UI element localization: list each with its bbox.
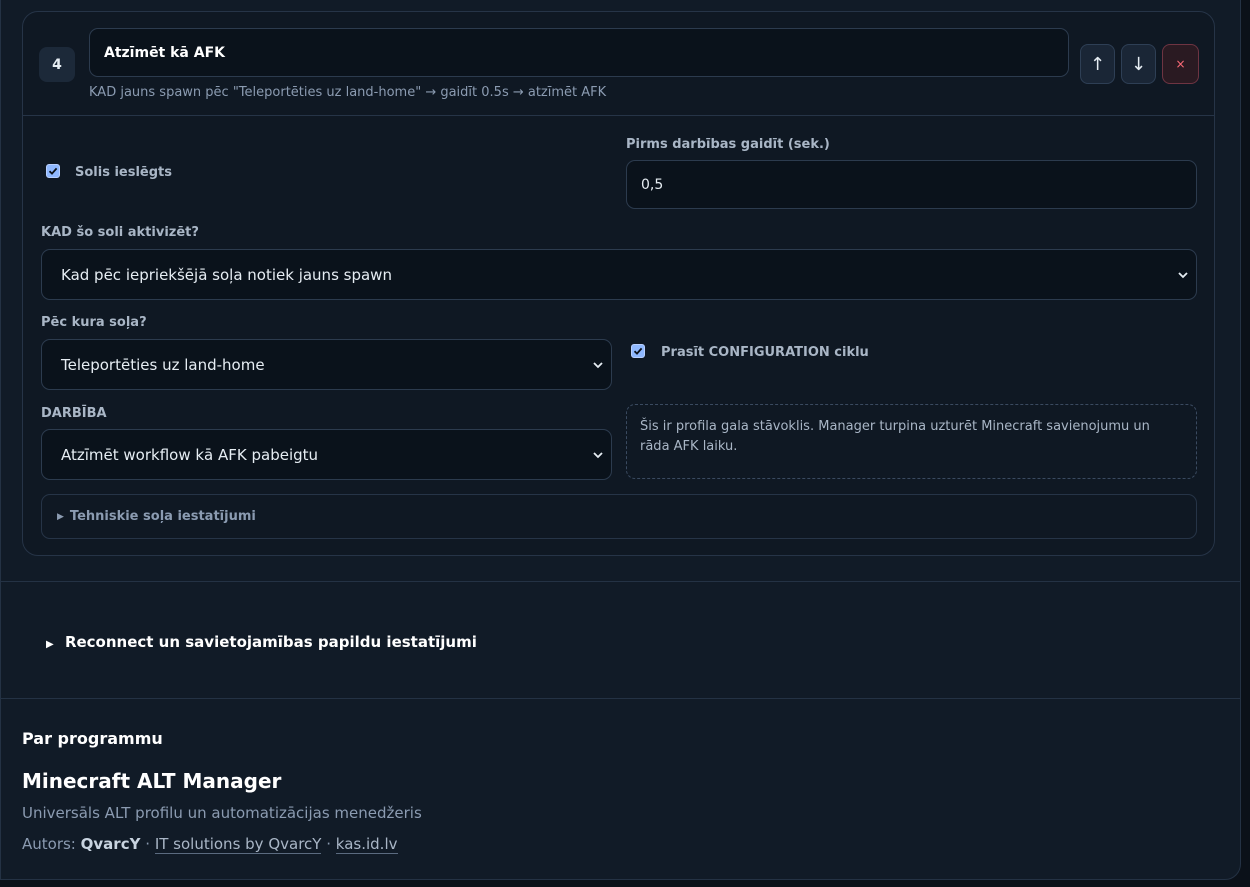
- step-enabled-checkbox[interactable]: [46, 164, 60, 178]
- wait-input[interactable]: [626, 160, 1197, 209]
- step-number-badge: 4: [39, 47, 75, 82]
- checkmark-icon: [48, 167, 58, 175]
- trigger-select[interactable]: Kad pēc iepriekšējā soļa notiek jauns sp…: [41, 249, 1197, 300]
- info-box: Šis ir profila gala stāvoklis. Manager t…: [626, 404, 1197, 479]
- delete-step-button[interactable]: ×: [1162, 44, 1199, 84]
- after-step-label: Pēc kura soļa?: [41, 315, 147, 330]
- author-prefix: Autors:: [22, 835, 76, 853]
- app-subtitle: Universāls ALT profilu un automatizācija…: [22, 804, 422, 822]
- checkmark-icon: [633, 347, 643, 355]
- move-down-button[interactable]: ↓: [1121, 44, 1156, 84]
- after-step-select[interactable]: Teleportēties uz land-home: [41, 339, 612, 390]
- triangle-right-icon: ▶: [46, 639, 54, 650]
- trigger-label: KAD šo soli aktivizēt?: [41, 225, 199, 240]
- technical-settings-label: Tehniskie soļa iestatījumi: [69, 509, 256, 524]
- reconnect-settings-label: Reconnect un savietojamības papildu iest…: [64, 633, 477, 651]
- technical-settings-toggle[interactable]: ▶ Tehniskie soļa iestatījumi: [41, 494, 1197, 539]
- wait-label: Pirms darbības gaidīt (sek.): [626, 137, 830, 152]
- step-description: KAD jauns spawn pēc "Teleportēties uz la…: [89, 85, 607, 100]
- action-label: DARBĪBA: [41, 406, 107, 421]
- about-heading: Par programmu: [22, 729, 163, 748]
- separator: ·: [145, 835, 151, 853]
- action-select-value: Atzīmēt workflow kā AFK pabeigtu: [61, 445, 319, 464]
- arrow-up-icon: ↑: [1089, 53, 1106, 75]
- reconnect-settings-toggle[interactable]: ▶ Reconnect un savietojamības papildu ie…: [46, 633, 477, 651]
- step-enabled-label: Solis ieslēgts: [75, 165, 173, 180]
- step-title-input[interactable]: [89, 28, 1069, 77]
- step-card: 4 KAD jauns spawn pēc "Teleportēties uz …: [22, 11, 1215, 556]
- chevron-down-icon: [593, 361, 603, 368]
- app-name: Minecraft ALT Manager: [22, 769, 282, 793]
- config-cycle-label: Prasīt CONFIGURATION ciklu: [661, 345, 869, 360]
- trigger-select-value: Kad pēc iepriekšējā soļa notiek jauns sp…: [61, 265, 392, 284]
- step-header: 4 KAD jauns spawn pēc "Teleportēties uz …: [23, 12, 1214, 116]
- it-solutions-link[interactable]: IT solutions by QvarcY: [154, 835, 322, 854]
- website-link[interactable]: kas.id.lv: [335, 835, 398, 854]
- config-cycle-checkbox[interactable]: [631, 344, 645, 358]
- after-step-select-value: Teleportēties uz land-home: [61, 355, 265, 374]
- chevron-down-icon: [593, 451, 603, 458]
- author-line: Autors: QvarcY · IT solutions by QvarcY …: [22, 835, 398, 854]
- chevron-down-icon: [1178, 271, 1188, 278]
- section-divider: [0, 581, 1241, 582]
- separator: ·: [326, 835, 332, 853]
- section-divider: [0, 698, 1241, 699]
- triangle-right-icon: ▶: [57, 511, 64, 522]
- action-select[interactable]: Atzīmēt workflow kā AFK pabeigtu: [41, 429, 612, 480]
- move-up-button[interactable]: ↑: [1080, 44, 1115, 84]
- arrow-down-icon: ↓: [1130, 53, 1147, 75]
- author-name: QvarcY: [80, 835, 141, 853]
- close-icon: ×: [1175, 57, 1186, 71]
